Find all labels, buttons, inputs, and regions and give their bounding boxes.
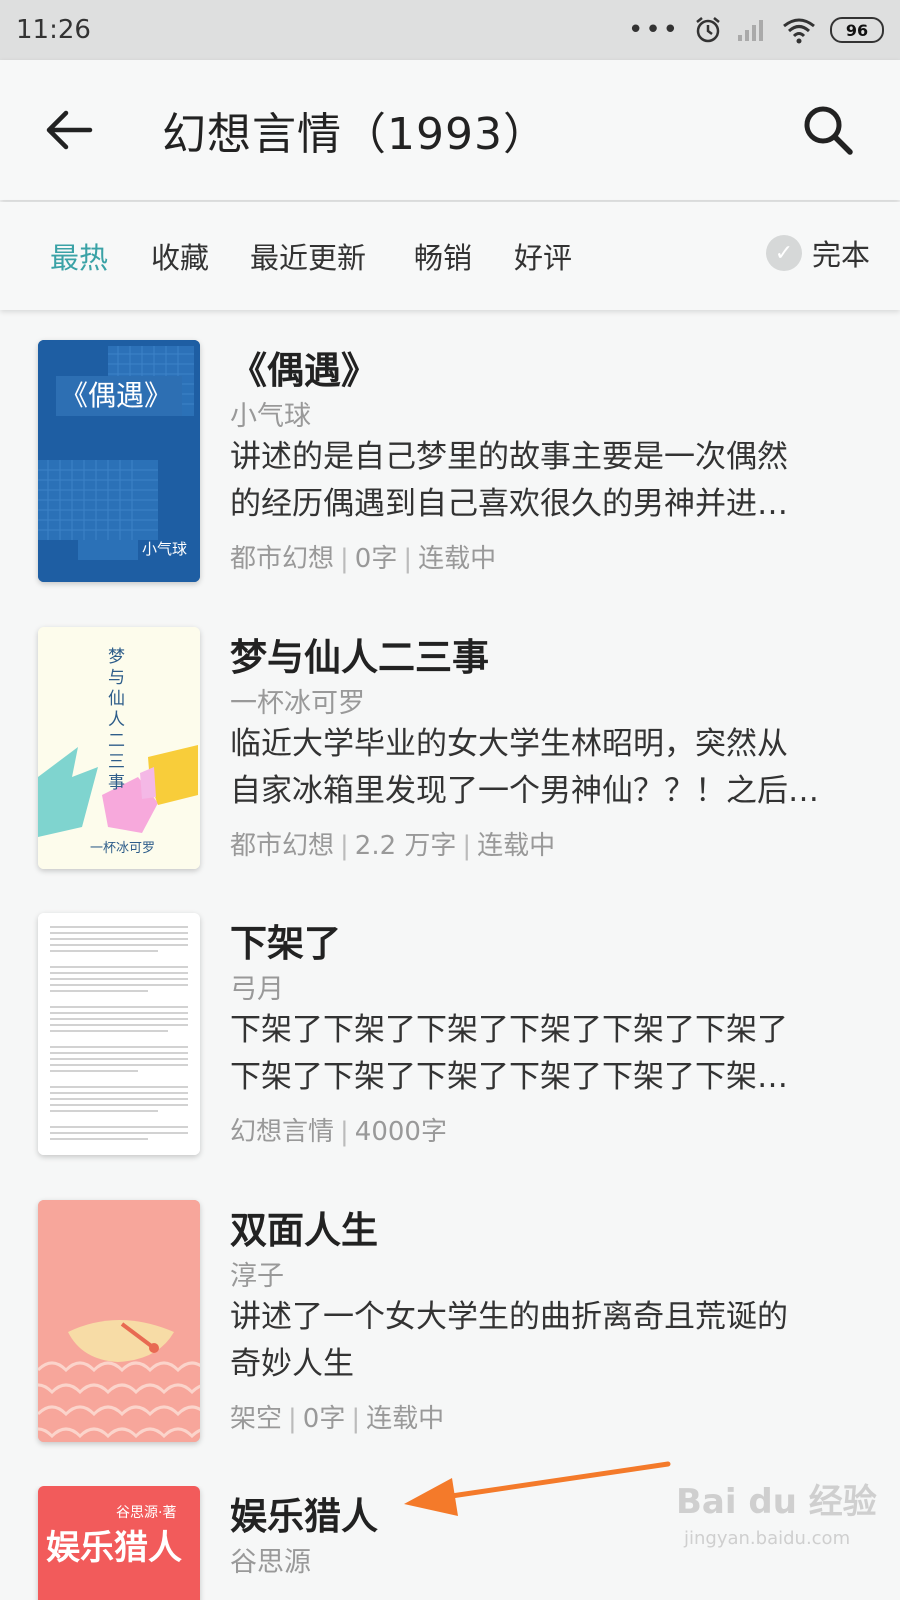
tab-top-rated[interactable]: 好评 <box>514 235 572 277</box>
cover-title: 《偶遇》 <box>60 379 173 412</box>
more-notifications-icon: ••• <box>627 15 680 45</box>
list-item[interactable]: 《偶遇》 小气球 《偶遇》 小气球 讲述的是自己梦里的故事主要是一次偶然 的经历… <box>0 340 900 600</box>
book-word-count: 0字 <box>302 1404 346 1434</box>
annotation-arrow-icon <box>404 1461 671 1516</box>
book-genre: 都市幻想 <box>230 544 335 574</box>
book-title: 梦与仙人二三事 <box>230 636 489 679</box>
book-status: 连载中 <box>366 1404 445 1434</box>
description-line: 下架了下架了下架了下架了下架了下架了 <box>230 1012 788 1048</box>
book-word-count: 2.2 万字 <box>354 831 457 861</box>
app-bar: 幻想言情（1993） <box>0 60 900 200</box>
list-item[interactable]: 双面人生 淳子 讲述了一个女大学生的曲折离奇且荒诞的 奇妙人生 架空 | 0字 | 连载… <box>0 1200 900 1460</box>
cover-author: 小气球 <box>142 540 188 558</box>
book-genre: 架空 <box>230 1404 283 1434</box>
book-description: 下架了下架了下架了下架了下架了下架了 下架了下架了下架了下架了下架了下架… <box>230 1007 870 1101</box>
status-bar: 11:26 ••• 96 <box>0 0 900 60</box>
watermark-logo: Bai du 经验 <box>676 1482 877 1522</box>
book-title: 下架了 <box>230 922 341 965</box>
tab-hottest[interactable]: 最热 <box>50 235 108 277</box>
book-author: 小气球 <box>230 401 311 432</box>
book-genre: 幻想言情 <box>230 1117 335 1147</box>
book-cover: 梦与仙人二三事 一杯冰可罗 <box>38 627 200 869</box>
book-meta: 都市幻想 | 0字 | 连载中 <box>230 544 497 574</box>
battery-icon: 96 <box>830 17 884 43</box>
cover-text-pattern <box>38 913 200 1155</box>
book-cover <box>38 913 200 1155</box>
tab-favorites[interactable]: 收藏 <box>151 235 209 277</box>
tab-recently-updated[interactable]: 最近更新 <box>250 235 366 277</box>
filter-bar: 最热 收藏 最近更新 畅销 好评 ✓ 完本 <box>0 202 900 310</box>
description-line: 自家冰箱里发现了一个男神仙？？！之后… <box>230 773 819 809</box>
cover-pattern <box>38 1200 200 1442</box>
list-item[interactable]: 梦与仙人二三事 一杯冰可罗 梦与仙人二三事 一杯冰可罗 临近大学毕业的女大学生林… <box>0 627 900 887</box>
book-description: 临近大学毕业的女大学生林昭明，突然从 自家冰箱里发现了一个男神仙？？！之后… <box>230 721 870 815</box>
cover-title: 梦与仙人二三事 <box>104 647 124 794</box>
description-line: 讲述了一个女大学生的曲折离奇且荒诞的 <box>230 1299 788 1335</box>
watermark-url: jingyan.baidu.com <box>684 1528 851 1549</box>
search-icon[interactable] <box>800 102 856 158</box>
book-title: 双面人生 <box>230 1209 378 1252</box>
description-line: 临近大学毕业的女大学生林昭明，突然从 <box>230 726 788 762</box>
book-cover: 谷思源·著 娱乐猎人 <box>38 1486 200 1600</box>
book-author: 一杯冰可罗 <box>230 688 365 719</box>
book-genre: 都市幻想 <box>230 831 335 861</box>
book-meta: 架空 | 0字 | 连载中 <box>230 1404 445 1434</box>
wifi-icon <box>783 18 815 44</box>
book-status: 连载中 <box>477 831 556 861</box>
cover-title: 娱乐猎人 <box>46 1528 182 1568</box>
book-author: 弓月 <box>230 974 284 1005</box>
book-cover: 《偶遇》 小气球 <box>38 340 200 582</box>
description-line: 下架了下架了下架了下架了下架了下架… <box>230 1059 788 1095</box>
book-author: 淳子 <box>230 1261 284 1292</box>
book-status: 连载中 <box>418 544 497 574</box>
page-title: 幻想言情（1993） <box>162 109 548 160</box>
back-arrow-icon[interactable] <box>44 108 94 152</box>
complete-label: 完本 <box>812 238 871 272</box>
alarm-icon <box>696 17 720 43</box>
tab-bestselling[interactable]: 畅销 <box>414 235 472 277</box>
description-line: 讲述的是自己梦里的故事主要是一次偶然 <box>230 439 788 475</box>
book-description: 讲述的是自己梦里的故事主要是一次偶然 的经历偶遇到自己喜欢很久的男神并进… <box>230 434 870 528</box>
book-title: 《偶遇》 <box>230 349 378 392</box>
battery-level: 96 <box>845 20 869 40</box>
description-line: 的经历偶遇到自己喜欢很久的男神并进… <box>230 486 788 522</box>
book-meta: 幻想言情 | 4000字 <box>230 1117 447 1147</box>
book-cover <box>38 1200 200 1442</box>
list-item[interactable]: 下架了 弓月 下架了下架了下架了下架了下架了下架了 下架了下架了下架了下架了下架… <box>0 913 900 1173</box>
complete-toggle[interactable]: ✓ 完本 <box>766 232 870 274</box>
status-icons: ••• 96 <box>628 15 884 45</box>
book-title: 娱乐猎人 <box>230 1495 378 1538</box>
book-word-count: 0字 <box>354 544 398 574</box>
signal-icon <box>738 20 763 41</box>
description-line: 奇妙人生 <box>230 1346 354 1382</box>
check-icon: ✓ <box>766 235 802 271</box>
status-time: 11:26 <box>16 15 91 45</box>
cover-author: 一杯冰可罗 <box>90 841 156 856</box>
cover-author: 谷思源·著 <box>116 1505 177 1521</box>
book-meta: 都市幻想 | 2.2 万字 | 连载中 <box>230 831 556 861</box>
book-author: 谷思源 <box>230 1547 311 1578</box>
book-word-count: 4000字 <box>354 1117 447 1147</box>
book-description: 讲述了一个女大学生的曲折离奇且荒诞的 奇妙人生 <box>230 1294 870 1388</box>
